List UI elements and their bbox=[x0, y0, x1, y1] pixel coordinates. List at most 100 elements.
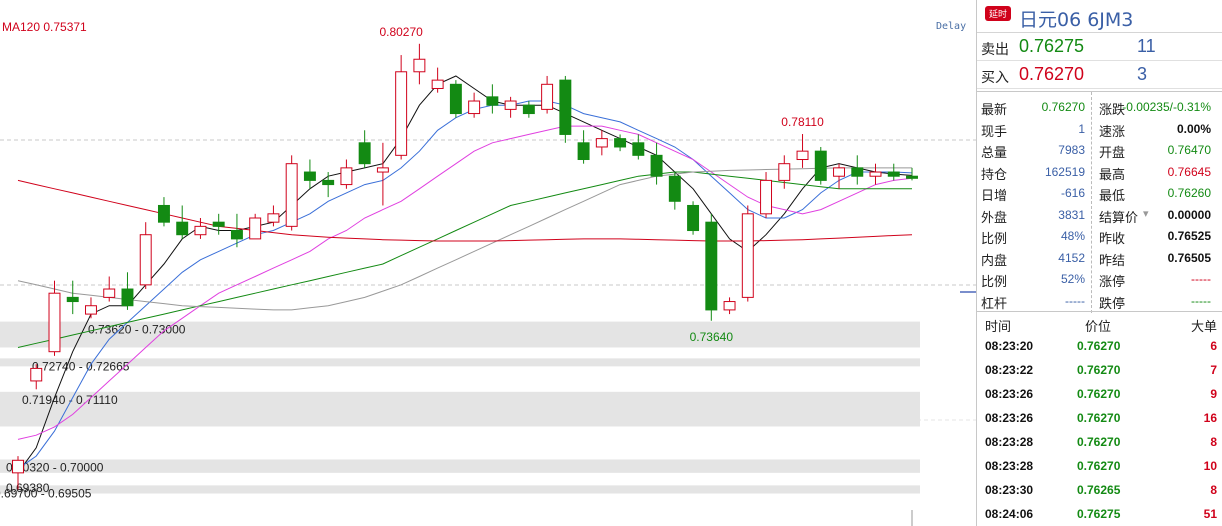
candle-body bbox=[796, 150, 809, 161]
delay-badge: 延时 bbox=[985, 6, 1012, 21]
candle-body bbox=[194, 225, 207, 236]
candlestick-chart[interactable]: 0.73620 - 0.73000 0.72740 - 0.72665 0.7194… bbox=[0, 0, 976, 526]
stat-left-3: 持仓 162519 bbox=[981, 161, 1085, 183]
candle-body bbox=[176, 221, 189, 236]
stat-value: ----- bbox=[1065, 293, 1085, 308]
stat-key: 昨收 bbox=[1099, 231, 1126, 246]
ask-row: 卖出 0.76275 11 bbox=[977, 33, 1222, 61]
stat-left-9: 杠杆 ----- bbox=[981, 290, 1085, 312]
candle-body bbox=[413, 58, 426, 73]
tick-list[interactable]: 时间 价位 大单 08:23:20 0.76270 6 08:23:22 0.76270… bbox=[977, 311, 1222, 526]
stat-right-4: 最低 0.76260 bbox=[1099, 182, 1211, 204]
annotation-low: 0.73640 bbox=[690, 330, 734, 344]
stat-key: 开盘 bbox=[1099, 145, 1126, 160]
stat-right-8: 涨停 ----- bbox=[1099, 268, 1211, 290]
candle-body bbox=[504, 100, 517, 110]
stat-key: 外盘 bbox=[981, 209, 1008, 225]
stat-value: 4152 bbox=[1058, 250, 1085, 265]
tick-price: 0.76270 bbox=[1077, 435, 1121, 449]
candle-body bbox=[85, 305, 97, 315]
low-mark-label: 0.69380 bbox=[6, 481, 50, 495]
candle-body bbox=[869, 171, 882, 177]
stat-value: -616 bbox=[1060, 186, 1085, 200]
bid-row: 买入 0.76270 3 bbox=[977, 61, 1222, 89]
tick-size: 16 bbox=[1203, 411, 1217, 425]
stat-left-7: 内盘 4152 bbox=[981, 247, 1085, 269]
tick-row[interactable]: 08:23:30 0.76265 8 bbox=[977, 478, 1222, 502]
chart-canvas[interactable]: 0.73620 - 0.73000 0.72740 - 0.72665 0.7194… bbox=[0, 0, 976, 526]
quote-header: 延时 日元06 6JM3 bbox=[977, 0, 1222, 33]
tick-size: 6 bbox=[1210, 339, 1217, 353]
candle-body bbox=[614, 138, 627, 148]
stat-key: 最低 bbox=[1099, 188, 1126, 203]
candle-body bbox=[778, 163, 791, 181]
contract-title[interactable]: 日元06 6JM3 bbox=[1019, 5, 1133, 32]
stat-value: 7983 bbox=[1058, 143, 1085, 157]
tick-time: 08:23:28 bbox=[985, 435, 1034, 449]
stat-right-1: 速涨 0.00% bbox=[1099, 118, 1211, 140]
candle-body bbox=[395, 71, 408, 156]
candle-body bbox=[632, 142, 645, 156]
tick-row[interactable]: 08:24:06 0.76275 51 bbox=[977, 502, 1222, 526]
stat-key: 总量 bbox=[981, 145, 1008, 160]
stat-key: 涨跌 bbox=[1099, 102, 1126, 117]
candle-body bbox=[376, 167, 389, 173]
annotation-high2: 0.78110 bbox=[781, 115, 824, 129]
candle-body bbox=[249, 217, 262, 240]
candle-body bbox=[12, 459, 24, 474]
tick-time: 08:23:30 bbox=[985, 483, 1034, 497]
stat-value: 0.76645 bbox=[1167, 164, 1211, 179]
stat-key: 最新 bbox=[981, 102, 1008, 117]
candle-body bbox=[468, 100, 481, 115]
zone-label-0: 0.73620 - 0.73000 bbox=[88, 323, 186, 337]
tick-time: 08:23:20 bbox=[985, 339, 1034, 353]
stat-right-3: 最高 0.76645 bbox=[1099, 161, 1211, 183]
tick-price: 0.76270 bbox=[1077, 339, 1121, 353]
stat-left-2: 总量 7983 bbox=[981, 139, 1085, 161]
candle-body bbox=[668, 175, 681, 202]
stat-right-9: 跌停 ----- bbox=[1099, 290, 1211, 312]
tick-row[interactable]: 08:23:20 0.76270 6 bbox=[977, 334, 1222, 358]
candle-body bbox=[449, 83, 462, 115]
tick-row[interactable]: 08:23:28 0.76270 10 bbox=[977, 454, 1222, 478]
candle-body bbox=[522, 104, 535, 115]
candle-body bbox=[66, 296, 79, 303]
stat-value: 0.76270 bbox=[1041, 100, 1085, 114]
tick-row[interactable]: 08:23:26 0.76270 9 bbox=[977, 382, 1222, 406]
tick-size: 51 bbox=[1203, 507, 1217, 521]
candle-body bbox=[887, 171, 900, 177]
stat-value: 162519 bbox=[1044, 164, 1085, 179]
stat-key: 最高 bbox=[1099, 166, 1126, 182]
stat-value: -0.00235/-0.31% bbox=[1122, 100, 1211, 114]
candle-body bbox=[358, 142, 371, 165]
delay-label: Delay bbox=[936, 21, 967, 32]
tick-row[interactable]: 08:23:22 0.76270 7 bbox=[977, 358, 1222, 382]
tick-row[interactable]: 08:23:28 0.76270 8 bbox=[977, 430, 1222, 454]
candle-body bbox=[650, 154, 663, 177]
stat-right-6: 昨收 0.76525 bbox=[1099, 225, 1211, 247]
tick-row[interactable]: 08:23:26 0.76270 16 bbox=[977, 406, 1222, 430]
stat-value: ----- bbox=[1191, 293, 1211, 308]
tick-price: 0.76270 bbox=[1077, 459, 1121, 473]
candle-body bbox=[814, 150, 827, 181]
ma-line-ma250 bbox=[17, 179, 913, 242]
candle-body bbox=[486, 96, 499, 106]
candle-body bbox=[103, 288, 116, 298]
candle-body bbox=[741, 213, 754, 298]
tick-price: 0.76270 bbox=[1077, 387, 1121, 401]
tick-header: 时间 价位 大单 bbox=[977, 312, 1222, 334]
stat-key: 结算价 bbox=[1099, 209, 1139, 225]
ask-label: 卖出 bbox=[981, 41, 1009, 57]
stat-left-0: 最新 0.76270 bbox=[981, 96, 1085, 118]
stat-left-4: 日增 -616 bbox=[981, 182, 1085, 204]
candle-body bbox=[559, 79, 572, 135]
stat-left-5: 外盘 3831 bbox=[981, 204, 1085, 226]
tick-price: 0.76270 bbox=[1077, 363, 1121, 377]
stat-value: 0.00000 bbox=[1167, 207, 1211, 222]
stat-key: 持仓 bbox=[981, 166, 1008, 182]
dropdown-arrow-icon[interactable]: ▾ bbox=[1143, 207, 1149, 220]
candle-body bbox=[267, 213, 280, 223]
candle-body bbox=[157, 204, 170, 223]
bid-price: 0.76270 bbox=[1019, 64, 1085, 84]
support-zone-3 bbox=[0, 459, 920, 473]
